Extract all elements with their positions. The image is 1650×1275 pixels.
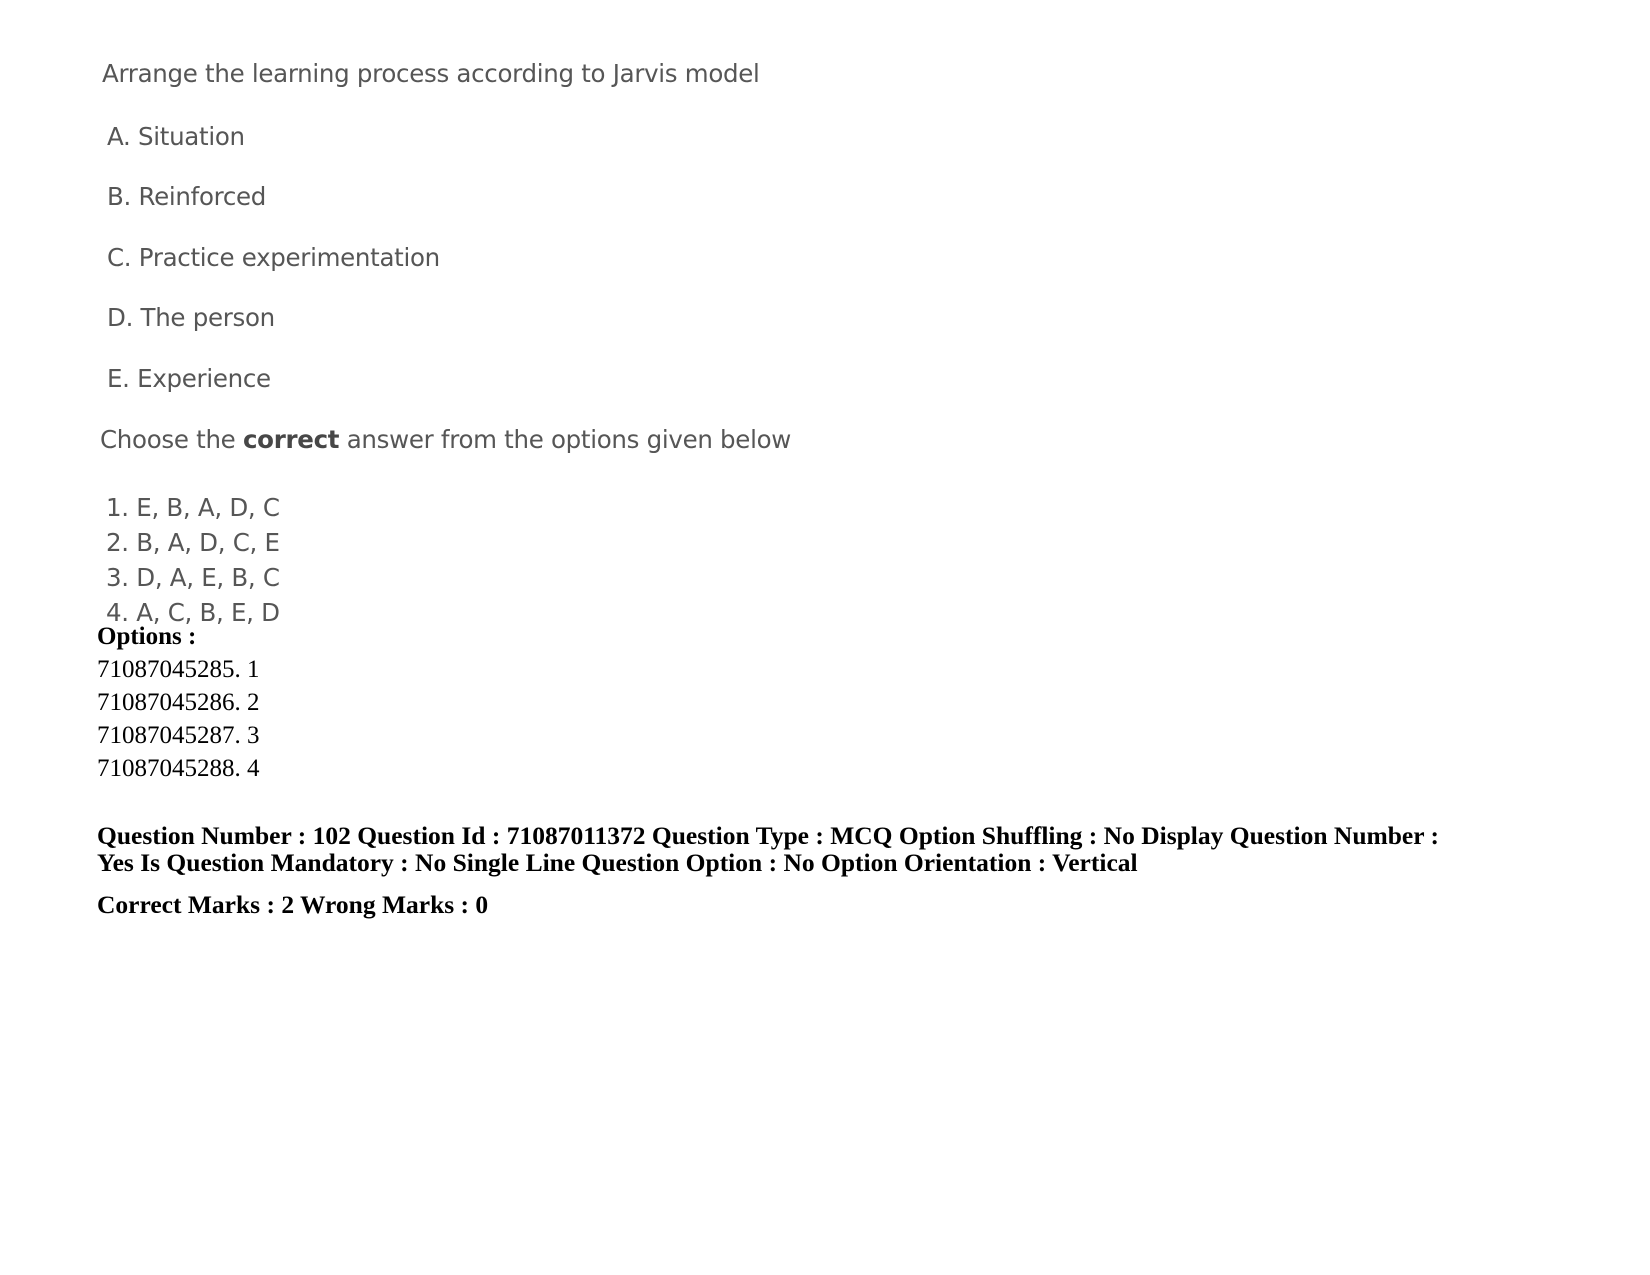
question-page: Arrange the learning process according t… bbox=[0, 0, 1650, 1275]
question-item-d: D. The person bbox=[107, 303, 275, 332]
answer-choice-2[interactable]: 2. B, A, D, C, E bbox=[106, 525, 1400, 560]
question-item-b: B. Reinforced bbox=[107, 182, 267, 211]
metadata-line-marks: Correct Marks : 2 Wrong Marks : 0 bbox=[97, 890, 489, 919]
question-metadata: Question Number : 102 Question Id : 7108… bbox=[97, 822, 1442, 918]
options-section: Options : 71087045285. 1 71087045286. 2 … bbox=[97, 620, 1497, 785]
answer-choice-3[interactable]: 3. D, A, E, B, C bbox=[106, 560, 1400, 595]
choose-instruction-suffix: answer from the options given below bbox=[339, 425, 792, 454]
question-stem: Arrange the learning process according t… bbox=[102, 59, 760, 88]
question-item-e: E. Experience bbox=[107, 363, 271, 393]
choose-instruction: Choose the correct answer from the optio… bbox=[100, 425, 1400, 454]
question-item-a: A. Situation bbox=[107, 121, 245, 151]
option-id-row-2: 71087045286. 2 bbox=[97, 689, 260, 716]
options-section-label: Options : bbox=[97, 623, 197, 650]
choose-instruction-emphasis: correct bbox=[242, 425, 340, 454]
metadata-line-primary: Question Number : 102 Question Id : 7108… bbox=[97, 821, 1439, 877]
answer-choice-list: 1. E, B, A, D, C 2. B, A, D, C, E 3. D, … bbox=[106, 490, 1400, 630]
option-id-row-1: 71087045285. 1 bbox=[97, 656, 260, 683]
answer-choice-1[interactable]: 1. E, B, A, D, C bbox=[106, 490, 1400, 525]
choose-instruction-prefix: Choose the bbox=[100, 425, 243, 454]
option-id-row-4: 71087045288. 4 bbox=[97, 755, 260, 782]
question-item-c: C. Practice experimentation bbox=[107, 242, 440, 272]
option-id-row-3: 71087045287. 3 bbox=[97, 722, 260, 749]
scanned-question-body: Arrange the learning process according t… bbox=[100, 48, 1400, 630]
